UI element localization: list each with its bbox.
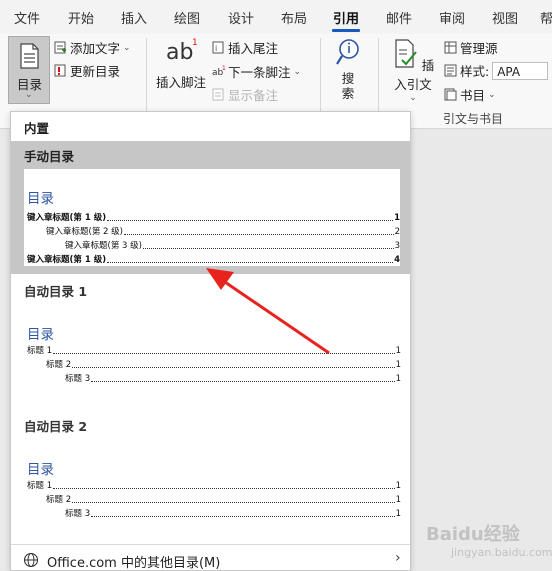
annotation-arrow — [206, 268, 330, 355]
baidu-watermark: Baidu经验 — [426, 524, 520, 545]
baidu-watermark-url: jingyan.baidu.com — [451, 546, 552, 559]
